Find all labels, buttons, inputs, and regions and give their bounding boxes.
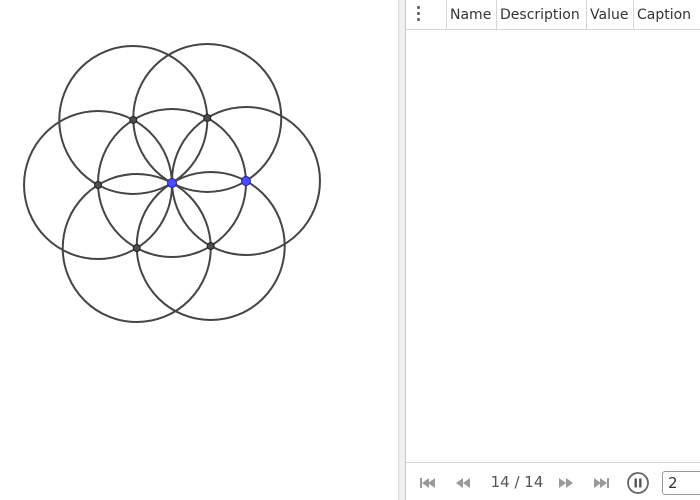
- table-body: [406, 30, 700, 462]
- column-header-caption[interactable]: Caption: [634, 0, 700, 30]
- skip-to-last-icon: [594, 478, 609, 488]
- column-menu-button[interactable]: [406, 0, 447, 30]
- point-E[interactable]: [94, 181, 103, 189]
- step-forward-icon: [559, 478, 573, 488]
- point-A[interactable]: [167, 178, 177, 188]
- pause-button[interactable]: [626, 471, 650, 495]
- step-forward-button[interactable]: [555, 472, 577, 494]
- point-B[interactable]: [240, 176, 251, 186]
- view-splitter[interactable]: [398, 0, 405, 500]
- point-G[interactable]: [206, 242, 215, 251]
- skip-to-first-button[interactable]: [416, 472, 438, 494]
- column-header-value[interactable]: Value: [587, 0, 634, 30]
- kebab-menu-icon: [417, 6, 421, 22]
- app-window: Name Description Value Caption 14 / 14: [0, 0, 700, 500]
- step-back-icon: [456, 478, 470, 488]
- column-header-name[interactable]: Name: [447, 0, 497, 30]
- animation-toolbar: 14 / 14: [406, 462, 700, 500]
- step-back-button[interactable]: [452, 472, 474, 494]
- step-counter: 14 / 14: [490, 473, 544, 491]
- graphics-view[interactable]: [0, 0, 398, 500]
- point-C[interactable]: [203, 113, 212, 122]
- table-header: Name Description Value Caption: [406, 0, 700, 30]
- column-header-description[interactable]: Description: [497, 0, 587, 30]
- pause-icon: [627, 472, 649, 494]
- skip-to-first-icon: [420, 478, 435, 488]
- construction-canvas[interactable]: [0, 0, 398, 500]
- construction-protocol-panel: Name Description Value Caption 14 / 14: [405, 0, 700, 500]
- point-D[interactable]: [129, 115, 138, 124]
- skip-to-last-button[interactable]: [591, 472, 613, 494]
- point-F[interactable]: [132, 244, 141, 253]
- speed-input[interactable]: [662, 471, 700, 495]
